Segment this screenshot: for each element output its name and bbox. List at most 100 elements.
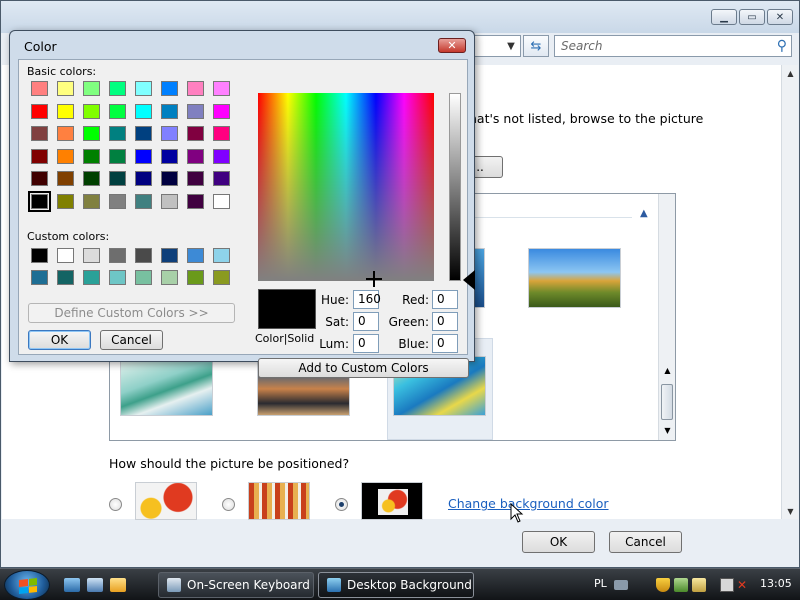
color-swatch[interactable] — [83, 103, 100, 119]
media-player-icon[interactable] — [110, 578, 126, 592]
add-to-custom-colors-button[interactable]: Add to Custom Colors — [258, 358, 469, 378]
clock[interactable]: 13:05 — [760, 577, 792, 590]
position-option-tile[interactable] — [248, 482, 310, 520]
color-swatch[interactable] — [135, 270, 152, 285]
wallpaper-thumbnail-hills[interactable] — [528, 248, 621, 308]
gallery-scroll-up-icon[interactable]: ▲ — [659, 366, 676, 375]
color-swatch[interactable] — [187, 126, 204, 141]
color-swatch[interactable] — [83, 171, 100, 186]
color-swatch[interactable] — [213, 193, 230, 209]
color-swatch[interactable] — [187, 81, 204, 96]
color-swatch[interactable] — [28, 190, 51, 212]
collapse-icon[interactable]: ▲ — [640, 208, 648, 219]
color-swatch[interactable] — [109, 270, 126, 285]
scroll-up-icon[interactable]: ▲ — [782, 65, 799, 81]
color-swatch[interactable] — [135, 103, 152, 119]
color-swatch[interactable] — [83, 270, 100, 285]
color-swatch[interactable] — [187, 248, 204, 263]
color-swatch[interactable] — [31, 148, 48, 164]
color-swatch[interactable] — [57, 171, 74, 186]
wallpaper-thumbnail-palm[interactable] — [120, 356, 213, 416]
spectrum-crosshair-icon[interactable] — [366, 271, 382, 287]
luminosity-slider[interactable] — [449, 93, 461, 281]
color-swatch[interactable] — [213, 126, 230, 141]
main-scrollbar[interactable]: ▲ ▼ — [781, 65, 798, 519]
color-swatch[interactable] — [57, 126, 74, 141]
color-swatch[interactable] — [135, 248, 152, 263]
color-swatch[interactable] — [57, 248, 74, 263]
color-swatch[interactable] — [31, 248, 48, 263]
dialog-cancel-button[interactable]: Cancel — [100, 330, 163, 350]
color-swatch[interactable] — [161, 270, 178, 285]
color-swatch[interactable] — [109, 148, 126, 164]
green-field[interactable]: 0 — [432, 312, 458, 331]
dialog-ok-button[interactable]: OK — [28, 330, 91, 350]
color-swatch[interactable] — [161, 81, 178, 96]
color-swatch[interactable] — [213, 171, 230, 186]
gallery-scroll-down-icon[interactable]: ▼ — [659, 426, 676, 435]
color-swatch[interactable] — [109, 248, 126, 263]
color-swatch[interactable] — [109, 193, 126, 209]
color-spectrum[interactable] — [258, 93, 434, 281]
position-radio-center[interactable] — [335, 498, 348, 511]
color-swatch[interactable] — [31, 103, 48, 119]
hue-field[interactable]: 160 — [353, 290, 381, 309]
start-button[interactable] — [4, 570, 50, 600]
search-input[interactable]: Search ⚲ — [554, 35, 792, 57]
color-swatch[interactable] — [161, 171, 178, 186]
position-option-center[interactable] — [361, 482, 423, 520]
color-swatch[interactable] — [31, 126, 48, 141]
color-swatch[interactable] — [161, 148, 178, 164]
sat-field[interactable]: 0 — [353, 312, 379, 331]
red-field[interactable]: 0 — [432, 290, 458, 309]
color-swatch[interactable] — [109, 126, 126, 141]
position-radio-tile[interactable] — [222, 498, 235, 511]
search-icon[interactable]: ⚲ — [777, 38, 787, 54]
network-icon[interactable] — [720, 578, 734, 592]
color-swatch[interactable] — [161, 193, 178, 209]
color-swatch[interactable] — [187, 270, 204, 285]
color-swatch[interactable] — [213, 81, 230, 96]
maximize-button[interactable]: ▭ — [739, 9, 765, 25]
update-icon[interactable] — [674, 578, 688, 592]
color-swatch[interactable] — [109, 171, 126, 186]
color-swatch[interactable] — [135, 193, 152, 209]
color-swatch[interactable] — [213, 103, 230, 119]
keyboard-layout-icon[interactable] — [614, 580, 628, 590]
change-background-color-link[interactable]: Change background color — [448, 496, 609, 511]
color-swatch[interactable] — [135, 148, 152, 164]
color-swatch[interactable] — [57, 103, 74, 119]
color-swatch[interactable] — [109, 81, 126, 96]
refresh-button[interactable]: ⇆ — [523, 35, 549, 57]
close-button[interactable]: ✕ — [767, 9, 793, 25]
ok-button[interactable]: OK — [522, 531, 595, 553]
color-swatch[interactable] — [161, 126, 178, 141]
switch-windows-icon[interactable] — [87, 578, 103, 592]
color-swatch[interactable] — [187, 103, 204, 119]
lum-field[interactable]: 0 — [353, 334, 379, 353]
taskbar-button-keyboard[interactable]: On-Screen Keyboard — [158, 572, 314, 598]
luminosity-arrow-icon[interactable] — [463, 270, 475, 290]
color-swatch[interactable] — [187, 193, 204, 209]
color-swatch[interactable] — [31, 81, 48, 96]
define-custom-colors-button[interactable]: Define Custom Colors >> — [28, 303, 235, 323]
color-swatch[interactable] — [135, 81, 152, 96]
scroll-down-icon[interactable]: ▼ — [782, 503, 799, 519]
color-swatch[interactable] — [135, 171, 152, 186]
color-swatch[interactable] — [83, 148, 100, 164]
position-radio-fit[interactable] — [109, 498, 122, 511]
color-swatch[interactable] — [83, 126, 100, 141]
volume-muted-icon[interactable]: ✕ — [737, 578, 751, 592]
dialog-close-button[interactable]: ✕ — [438, 38, 466, 53]
language-indicator[interactable]: PL — [594, 577, 607, 590]
color-swatch[interactable] — [83, 81, 100, 96]
cancel-button[interactable]: Cancel — [609, 531, 682, 553]
color-swatch[interactable] — [57, 148, 74, 164]
color-swatch[interactable] — [161, 248, 178, 263]
color-swatch[interactable] — [187, 171, 204, 186]
security-shield-icon[interactable] — [656, 578, 670, 592]
color-swatch[interactable] — [57, 81, 74, 96]
address-dropdown-icon[interactable]: ▼ — [501, 35, 521, 57]
color-swatch[interactable] — [57, 270, 74, 285]
color-swatch[interactable] — [57, 193, 74, 209]
